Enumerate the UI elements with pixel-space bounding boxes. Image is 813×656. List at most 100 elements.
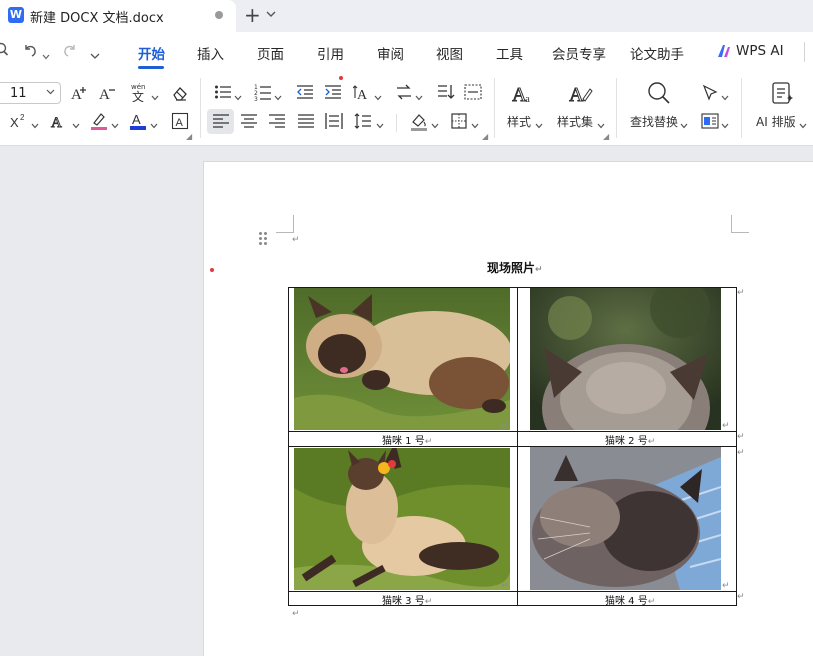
menu-view[interactable]: 视图 (436, 43, 463, 63)
quick-access-more-icon[interactable] (90, 46, 100, 64)
text-effects-dropdown-icon[interactable] (72, 116, 80, 134)
numbered-list-icon[interactable]: 123 (254, 83, 272, 106)
menu-page[interactable]: 页面 (257, 43, 284, 63)
font-color-icon[interactable]: A (129, 111, 147, 136)
text-layout-dropdown-icon[interactable] (415, 88, 423, 106)
font-dialog-launcher-icon[interactable]: ◢ (186, 132, 192, 141)
cat-photo-2[interactable] (530, 288, 721, 430)
borders-icon[interactable] (451, 113, 467, 134)
shading-dropdown-icon[interactable] (431, 116, 439, 134)
svg-text:A: A (176, 117, 184, 129)
superscript-dropdown-icon[interactable] (31, 116, 39, 134)
table-border (288, 446, 737, 447)
highlight-dropdown-icon[interactable] (111, 116, 119, 134)
find-magnifier-icon[interactable] (647, 81, 671, 110)
select-cursor-icon[interactable] (701, 84, 719, 107)
menu-thesis-assistant[interactable]: 论文助手 (630, 43, 684, 63)
menu-home[interactable]: 开始 (138, 43, 165, 63)
photo-table[interactable]: 猫咪 1 号↵ 猫咪 2 号↵ 猫咪 3 号↵ 猫咪 4 号↵ ↵ ↵ ↵ ↵ … (288, 287, 745, 607)
cell-end-mark: ↵ (501, 581, 509, 591)
svg-text:X: X (10, 115, 19, 129)
find-replace-dropdown-icon[interactable] (680, 116, 688, 134)
photo-caption-1[interactable]: 猫咪 1 号↵ (382, 432, 432, 447)
tab-list-chevron-icon[interactable] (266, 8, 276, 21)
decrease-font-size-icon[interactable]: A (99, 84, 117, 107)
phonetic-guide-icon[interactable]: wén 文 (130, 82, 150, 107)
photo-caption-3[interactable]: 猫咪 3 号↵ (382, 592, 432, 607)
highlight-pen-icon[interactable] (90, 111, 108, 136)
ribbon-divider (200, 78, 201, 138)
align-left-icon[interactable] (212, 113, 230, 134)
ai-layout-icon[interactable] (771, 81, 795, 110)
bullet-list-icon[interactable] (214, 84, 232, 105)
document-tab[interactable]: W 新建 DOCX 文档.docx (0, 0, 236, 32)
menu-review[interactable]: 审阅 (377, 43, 404, 63)
wps-ai-icon (716, 43, 732, 59)
search-icon[interactable] (0, 42, 10, 62)
decrease-indent-icon[interactable] (296, 84, 314, 105)
styles-icon[interactable]: Aa (512, 81, 536, 110)
ribbon-divider (616, 78, 617, 138)
photo-caption-4[interactable]: 猫咪 4 号↵ (605, 592, 655, 607)
menu-member[interactable]: 会员专享 (552, 43, 606, 63)
menu-divider (804, 42, 805, 62)
borders-dropdown-icon[interactable] (471, 116, 479, 134)
align-center-icon[interactable] (240, 113, 258, 134)
drag-handle-icon[interactable] (259, 232, 269, 248)
shading-icon[interactable] (410, 112, 428, 137)
svg-text:3: 3 (254, 96, 258, 101)
font-size-select[interactable]: 11 (0, 82, 61, 104)
font-color-dropdown-icon[interactable] (150, 116, 158, 134)
menu-tools[interactable]: 工具 (496, 43, 523, 63)
numbered-dropdown-icon[interactable] (274, 88, 282, 106)
phonetic-dropdown-icon[interactable] (151, 88, 159, 106)
text-direction-icon[interactable]: A (352, 83, 373, 106)
distributed-align-icon[interactable] (325, 112, 343, 135)
find-replace-label[interactable]: 查找替换 (630, 113, 678, 130)
ai-layout-dropdown-icon[interactable] (799, 116, 807, 134)
redo-icon[interactable] (62, 42, 78, 62)
photo-caption-2[interactable]: 猫咪 2 号↵ (605, 432, 655, 447)
increase-indent-icon[interactable] (324, 84, 342, 105)
text-effects-icon[interactable]: A (50, 112, 68, 135)
bullet-dropdown-icon[interactable] (234, 88, 242, 106)
superscript-icon[interactable]: X2 (10, 113, 30, 134)
title-bar: W 新建 DOCX 文档.docx + (0, 0, 813, 32)
justify-icon[interactable] (297, 113, 315, 134)
paragraph-mark: ↵ (292, 609, 300, 619)
menu-wps-ai[interactable]: WPS AI (736, 43, 784, 59)
menu-insert[interactable]: 插入 (197, 43, 224, 63)
paragraph-dialog-launcher-icon[interactable]: ◢ (482, 132, 488, 141)
unsaved-dot-icon[interactable] (215, 11, 223, 19)
undo-icon[interactable] (22, 42, 38, 62)
cat-photo-1[interactable] (294, 288, 510, 430)
show-formatting-marks-icon[interactable] (464, 84, 482, 105)
select-dropdown-icon[interactable] (721, 88, 729, 106)
new-tab-button[interactable]: + (244, 4, 261, 26)
svg-text:A: A (132, 112, 141, 127)
eraser-clear-format-icon[interactable] (171, 84, 189, 107)
text-layout-swap-icon[interactable] (395, 84, 413, 105)
style-set-label[interactable]: 样式集 (557, 113, 593, 130)
styles-dropdown-icon[interactable] (535, 116, 543, 134)
cat-photo-4[interactable] (530, 447, 721, 590)
undo-dropdown-icon[interactable] (42, 46, 50, 64)
styles-dialog-launcher-icon[interactable]: ◢ (603, 132, 609, 141)
align-right-icon[interactable] (268, 113, 286, 134)
text-wrap-icon[interactable] (701, 112, 719, 135)
sort-icon[interactable] (437, 83, 455, 106)
cat-photo-3[interactable] (294, 448, 510, 590)
styles-label[interactable]: 样式 (507, 113, 531, 130)
text-direction-dropdown-icon[interactable] (374, 88, 382, 106)
ai-layout-label[interactable]: AI 排版 (756, 113, 796, 130)
text-wrap-dropdown-icon[interactable] (721, 116, 729, 134)
style-set-icon[interactable]: A (569, 81, 593, 110)
paragraph-mark: ↵ (647, 597, 656, 607)
cell-end-mark: ↵ (722, 421, 730, 431)
line-spacing-icon[interactable] (354, 112, 372, 135)
line-spacing-dropdown-icon[interactable] (376, 116, 384, 134)
menu-references[interactable]: 引用 (317, 43, 344, 63)
increase-font-size-icon[interactable]: A (71, 84, 89, 107)
svg-text:A: A (71, 87, 82, 102)
document-heading[interactable]: 现场照片↵ (487, 259, 543, 276)
